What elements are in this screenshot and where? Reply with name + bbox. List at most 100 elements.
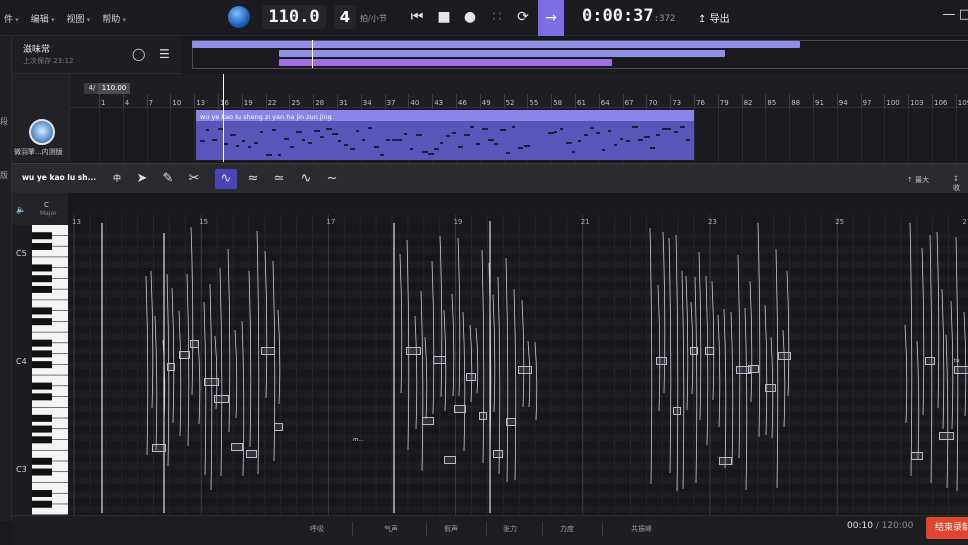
note-block[interactable] — [261, 347, 275, 355]
pencil-tool-icon[interactable]: ✎ — [157, 169, 179, 189]
note-block[interactable] — [466, 373, 476, 381]
note-block[interactable] — [748, 365, 759, 373]
note-block[interactable] — [939, 432, 954, 440]
note-block[interactable] — [433, 356, 446, 364]
menu-edit[interactable]: 编辑 — [31, 12, 55, 25]
note-block[interactable] — [406, 347, 421, 355]
record-icon[interactable]: ● — [461, 8, 479, 26]
note-block[interactable] — [454, 405, 466, 413]
note-block[interactable] — [673, 407, 681, 415]
black-key[interactable] — [32, 490, 52, 498]
param-airy[interactable]: 气声 — [384, 524, 398, 534]
pitch-smooth-tool-icon[interactable]: ≃ — [268, 169, 290, 189]
vibrato-tool-icon[interactable]: ∿ — [295, 169, 317, 189]
menu-help[interactable]: 帮助 — [102, 12, 126, 25]
note-block[interactable] — [152, 444, 166, 452]
key-signature-header[interactable]: 🔈 C Major — [12, 193, 68, 225]
black-key[interactable] — [32, 425, 52, 433]
menu-view[interactable]: 视图 — [67, 12, 91, 25]
black-key[interactable] — [32, 339, 52, 347]
search-icon[interactable]: ◯ — [132, 47, 145, 61]
song-title[interactable]: 滋味常 — [23, 42, 50, 55]
note-block[interactable] — [765, 384, 776, 392]
minimize-icon[interactable]: — — [942, 8, 956, 22]
bpm-display[interactable]: 110.0 — [262, 5, 326, 29]
black-key[interactable] — [32, 318, 52, 326]
note-block[interactable] — [422, 417, 434, 425]
skip-back-icon[interactable]: ⏮ — [408, 8, 426, 26]
black-key[interactable] — [32, 242, 52, 250]
pointer-tool-icon[interactable]: ➤ — [131, 169, 153, 189]
export-button[interactable]: ↥ 导出 — [698, 10, 730, 25]
black-key[interactable] — [32, 457, 52, 465]
mixer-settings-icon[interactable]: ☰ — [159, 47, 170, 61]
zoom-collapse-button[interactable]: ↧ 收 — [953, 175, 968, 193]
track-header[interactable]: 微羽擎...内测版 — [12, 74, 70, 162]
param-breath[interactable]: 呼吸 — [310, 524, 324, 534]
loop-icon[interactable]: ⟳ — [514, 8, 532, 26]
note-block[interactable] — [204, 378, 219, 386]
black-key[interactable] — [32, 414, 52, 422]
black-key[interactable] — [32, 350, 52, 358]
pitch-draw-tool-icon[interactable]: ∿ — [215, 169, 237, 189]
toolbar-track-name[interactable]: wu ye kao lu sh... — [22, 173, 96, 182]
note-block[interactable] — [506, 418, 516, 426]
black-key[interactable] — [32, 307, 52, 315]
piano-roll-grid[interactable]: 13 15 17 19 21 23 25 27 m... tu — [70, 193, 968, 515]
tempo-tag[interactable]: 110.00 — [98, 83, 130, 94]
black-key[interactable] — [32, 275, 52, 283]
speaker-icon[interactable]: 🔈 — [16, 205, 26, 214]
note-block[interactable] — [705, 347, 714, 355]
black-key[interactable] — [32, 468, 52, 476]
black-key[interactable] — [32, 382, 52, 390]
note-block[interactable] — [690, 347, 698, 355]
note-block[interactable] — [190, 340, 199, 348]
side-label-version[interactable]: 版 — [0, 170, 8, 181]
note-block[interactable] — [911, 452, 923, 460]
maximize-icon[interactable]: □ — [958, 8, 968, 22]
note-block[interactable] — [214, 395, 229, 403]
grid-dots-icon[interactable]: ∷ — [488, 8, 506, 26]
note-block[interactable] — [778, 352, 791, 360]
beats-per-bar-display[interactable]: 4 — [334, 5, 356, 29]
black-key[interactable] — [32, 264, 52, 272]
zoom-max-button[interactable]: ↑ 最大 — [907, 175, 929, 185]
note-block[interactable] — [656, 357, 667, 365]
piano-keyboard[interactable]: C5 C4 C3 — [12, 225, 68, 515]
note-block[interactable] — [167, 363, 175, 371]
pitch-wave-tool-icon[interactable]: ∼ — [321, 169, 343, 189]
pitch-brush-tool-icon[interactable]: ≈ — [242, 169, 264, 189]
language-select[interactable]: 中 — [106, 169, 128, 189]
note-block[interactable] — [518, 366, 532, 374]
note-block[interactable] — [179, 351, 190, 359]
app-logo-icon[interactable] — [228, 6, 250, 28]
note-block[interactable] — [954, 366, 968, 374]
stop-recording-button[interactable]: 结束录制 — [926, 517, 968, 539]
note-block[interactable] — [925, 357, 935, 365]
side-label-section[interactable]: 段 — [0, 116, 8, 127]
black-key[interactable] — [32, 285, 52, 293]
black-key[interactable] — [32, 500, 52, 508]
stop-icon[interactable]: ■ — [435, 8, 453, 26]
black-key[interactable] — [32, 436, 52, 444]
timeline-ruler[interactable]: 4/ 110.00 1 4 7 10 13 16 19 22 25 28 31 34 37 40 43 46 4… — [70, 74, 968, 108]
follow-playhead-icon[interactable]: → — [538, 0, 564, 36]
note-block[interactable] — [479, 412, 487, 420]
note-block[interactable] — [493, 450, 503, 458]
param-formant[interactable]: 共振峰 — [631, 524, 652, 534]
menu-file[interactable]: 件 — [4, 12, 19, 25]
param-tension[interactable]: 张力 — [503, 524, 517, 534]
note-block[interactable] — [246, 450, 257, 458]
black-key[interactable] — [32, 361, 52, 369]
note-block[interactable] — [231, 443, 243, 451]
param-strength[interactable]: 力度 — [560, 524, 574, 534]
track-lane[interactable]: wu ye kao lu sheng zi yan ha jin zun jin… — [70, 108, 968, 162]
singer-avatar[interactable] — [29, 119, 55, 145]
black-key[interactable] — [32, 232, 52, 240]
param-falsetto[interactable]: 假声 — [444, 524, 458, 534]
note-block[interactable] — [719, 457, 732, 465]
arrangement-overview[interactable] — [188, 36, 968, 74]
note-block[interactable] — [444, 456, 456, 464]
black-key[interactable] — [32, 393, 52, 401]
note-block[interactable] — [274, 423, 283, 431]
